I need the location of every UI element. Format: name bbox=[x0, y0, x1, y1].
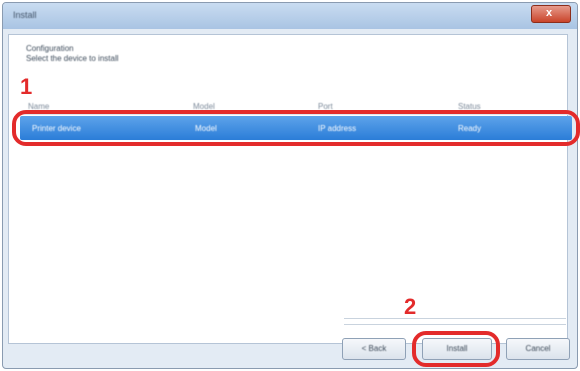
content-panel bbox=[8, 34, 568, 344]
step-1-highlight-ring bbox=[12, 110, 580, 146]
close-button[interactable]: x bbox=[531, 5, 571, 23]
cancel-button[interactable]: Cancel bbox=[506, 338, 570, 360]
window-title: Install bbox=[13, 10, 37, 20]
close-icon: x bbox=[546, 7, 553, 19]
step-1-label: 1 bbox=[20, 74, 33, 99]
step-2-label: 2 bbox=[404, 294, 417, 319]
back-button[interactable]: < Back bbox=[342, 338, 406, 360]
back-button-label: < Back bbox=[361, 344, 387, 353]
title-bar[interactable]: Install x bbox=[3, 3, 577, 29]
step-2-highlight-ring bbox=[412, 331, 500, 367]
instruction-text: Configuration Select the device to insta… bbox=[26, 44, 119, 64]
progress-area bbox=[344, 318, 566, 332]
instruction-line-2: Select the device to install bbox=[26, 54, 119, 63]
cancel-button-label: Cancel bbox=[525, 344, 551, 353]
instruction-line-1: Configuration bbox=[26, 44, 74, 53]
